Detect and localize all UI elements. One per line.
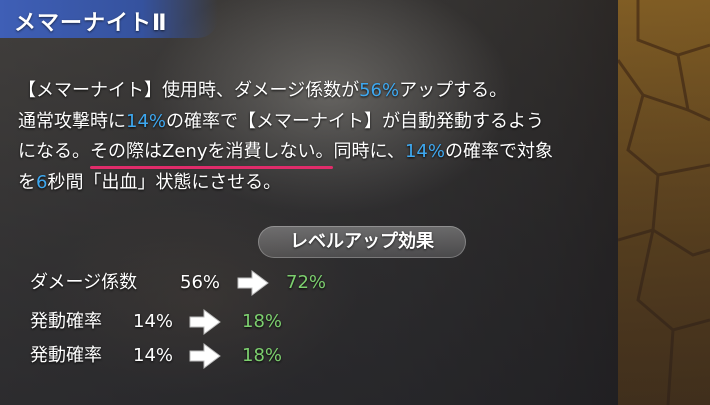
- levelup-stat-label: 発動確率: [30, 311, 102, 332]
- levelup-heading: レベルアップ効果: [258, 226, 466, 258]
- levelup-next-value: 18%: [242, 345, 283, 366]
- skill-header: メマーナイトⅡ: [0, 0, 218, 38]
- arrow-right-icon: [189, 343, 221, 369]
- levelup-row: ダメージ係数 56% 72%: [30, 268, 350, 298]
- desc-text: になる。: [18, 141, 90, 162]
- desc-text: の確率で対象: [444, 141, 553, 162]
- desc-text: を: [18, 171, 36, 193]
- description-line-2: 通常攻撃時に14%の確率で【メマーナイト】が自動発動するよう: [18, 107, 658, 138]
- desc-highlight-value: 14%: [126, 110, 167, 132]
- levelup-current-value: 14%: [133, 311, 174, 332]
- description-line-3: になる。その際はZenyを消費しない。同時に、14%の確率で対象: [18, 137, 658, 168]
- skill-description: 【メマーナイト】使用時、ダメージ係数が56%アップする。 通常攻撃時に14%の確…: [18, 76, 658, 198]
- desc-text: 秒間「出血」状態にさせる。: [47, 171, 282, 193]
- desc-underlined-note: その際はZenyを消費しない。: [90, 137, 334, 168]
- desc-highlight-value: 6: [36, 171, 48, 193]
- levelup-next-value: 18%: [242, 311, 283, 332]
- desc-text: アップする。: [399, 80, 508, 101]
- levelup-next-value: 72%: [286, 272, 327, 293]
- description-line-4: を6秒間「出血」状態にさせる。: [18, 168, 658, 199]
- levelup-stat-label: ダメージ係数: [30, 272, 138, 293]
- skill-title: メマーナイトⅡ: [14, 11, 168, 36]
- desc-text: 同時に、: [333, 141, 405, 162]
- desc-text: の確率で【メマーナイト】が自動発動するよう: [166, 110, 545, 132]
- levelup-current-value: 14%: [133, 345, 174, 366]
- levelup-current-value: 56%: [180, 272, 221, 293]
- desc-highlight-value: 14%: [404, 141, 445, 162]
- arrow-right-icon: [189, 309, 221, 335]
- desc-highlight-value: 56%: [359, 80, 400, 101]
- desc-text: 通常攻撃時に: [18, 110, 126, 132]
- levelup-row: 発動確率 14% 18%: [30, 307, 310, 337]
- levelup-stat-label: 発動確率: [30, 345, 102, 366]
- description-line-1: 【メマーナイト】使用時、ダメージ係数が56%アップする。: [18, 76, 658, 107]
- levelup-row: 発動確率 14% 18%: [30, 341, 310, 371]
- desc-text: 【メマーナイト】使用時、ダメージ係数が: [18, 80, 360, 101]
- arrow-right-icon: [237, 270, 269, 296]
